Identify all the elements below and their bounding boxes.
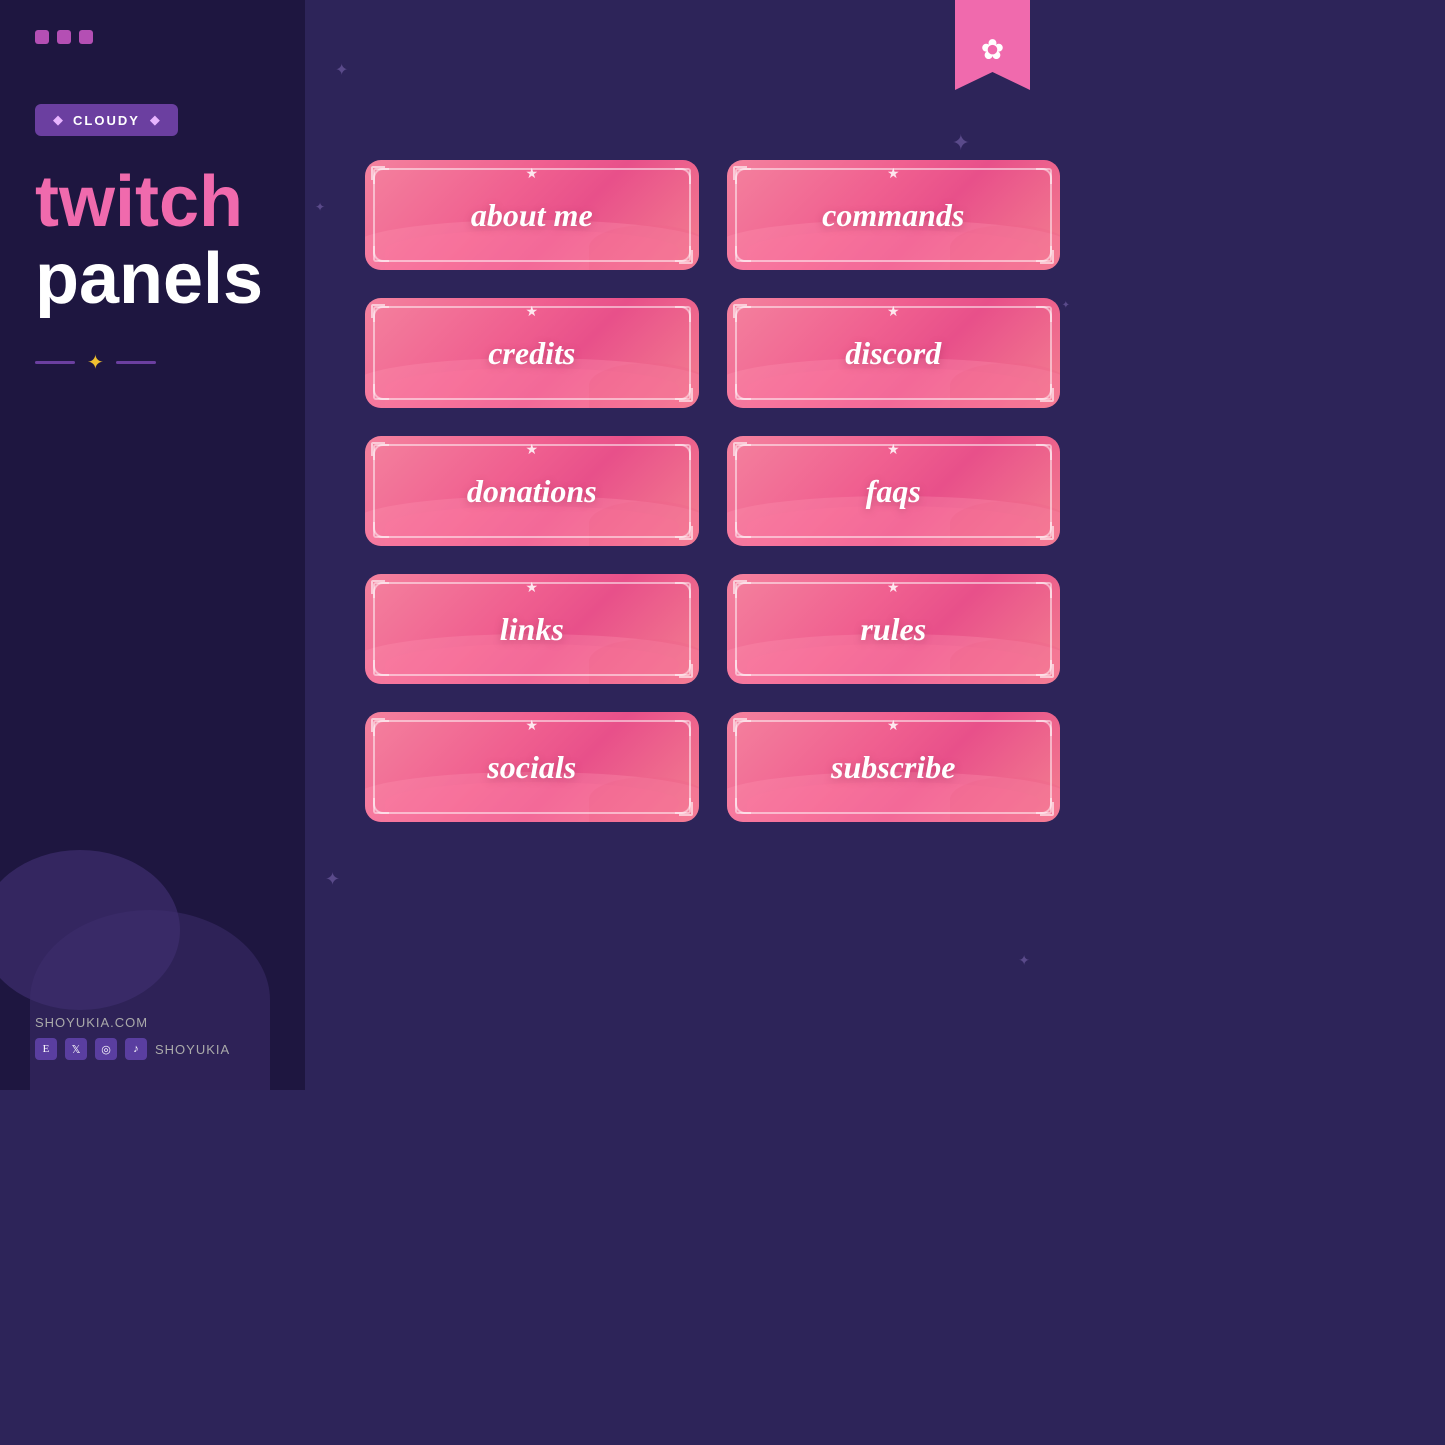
panel-credits[interactable]: ★ credits (365, 298, 699, 408)
divider-line-left (35, 361, 75, 364)
sparkle-3: ✦ (315, 200, 325, 215)
panel-label-discord: discord (845, 335, 941, 372)
panel-label-subscribe: subscribe (831, 749, 955, 786)
panel-label-credits: credits (488, 335, 575, 372)
sparkle-4: ✦ (325, 869, 340, 890)
divider-line-right (116, 361, 156, 364)
sparkle-6: ✦ (1062, 300, 1070, 311)
window-dot-2 (57, 30, 71, 44)
panel-commands[interactable]: ★ commands (727, 160, 1061, 270)
divider-row: ✦ (35, 350, 270, 375)
sidebar-decoration-2 (30, 910, 270, 1090)
panels-grid: ★ about me ★ commands ★ credits ★ (365, 160, 1060, 822)
diamond-left-icon: ◆ (53, 112, 63, 128)
panel-subscribe[interactable]: ★ subscribe (727, 712, 1061, 822)
panel-label-faqs: faqs (866, 473, 921, 510)
sparkle-2: ✦ (952, 130, 970, 156)
sparkle-5: ✦ (1018, 953, 1030, 970)
star-icon: ★ (525, 717, 538, 734)
panel-label-rules: rules (860, 611, 926, 648)
star-icon: ★ (887, 165, 900, 182)
bookmark-decoration: ✿ (955, 0, 1030, 90)
twitter-icon[interactable]: 𝕏 (65, 1038, 87, 1060)
star-icon: ★ (525, 165, 538, 182)
panel-label-links: links (500, 611, 564, 648)
panel-label-about-me: about me (471, 197, 593, 234)
panel-socials[interactable]: ★ socials (365, 712, 699, 822)
cloudy-badge: ◆ CLOUDY ◆ (35, 104, 178, 136)
panel-faqs[interactable]: ★ faqs (727, 436, 1061, 546)
star-icon: ★ (887, 579, 900, 596)
star-icon: ★ (887, 441, 900, 458)
sparkle-1: ✦ (335, 60, 348, 80)
panel-discord[interactable]: ★ discord (727, 298, 1061, 408)
star-icon: ★ (525, 303, 538, 320)
star-icon: ★ (887, 303, 900, 320)
panel-label-donations: donations (467, 473, 597, 510)
footer-socials: E 𝕏 ◎ ♪ SHOYUKIA (35, 1038, 230, 1060)
main-area: ✦ ✦ ✦ ✦ ✦ ✦ ✿ ★ about me ★ commands ★ (305, 0, 1090, 1090)
footer-handle: SHOYUKIA (155, 1042, 230, 1057)
star-icon: ★ (887, 717, 900, 734)
star-icon: ★ (525, 579, 538, 596)
title-panels: panels (35, 243, 270, 315)
diamond-right-icon: ◆ (150, 112, 160, 128)
panel-label-socials: socials (487, 749, 576, 786)
badge-text: CLOUDY (73, 113, 140, 128)
etsy-icon[interactable]: E (35, 1038, 57, 1060)
window-dot-1 (35, 30, 49, 44)
instagram-icon[interactable]: ◎ (95, 1038, 117, 1060)
footer-info: SHOYUKIA.COM E 𝕏 ◎ ♪ SHOYUKIA (35, 1015, 230, 1060)
panel-links[interactable]: ★ links (365, 574, 699, 684)
panel-donations[interactable]: ★ donations (365, 436, 699, 546)
star-icon: ★ (525, 441, 538, 458)
panel-about-me[interactable]: ★ about me (365, 160, 699, 270)
window-dot-3 (79, 30, 93, 44)
panel-rules[interactable]: ★ rules (727, 574, 1061, 684)
tiktok-icon[interactable]: ♪ (125, 1038, 147, 1060)
window-dots (35, 30, 270, 44)
panel-label-commands: commands (822, 197, 964, 234)
footer-website: SHOYUKIA.COM (35, 1015, 230, 1030)
sidebar: ◆ CLOUDY ◆ twitch panels ✦ SHOYUKIA.COM … (0, 0, 305, 1090)
flower-icon: ✿ (981, 33, 1004, 67)
divider-diamond-icon: ✦ (87, 350, 104, 375)
title-twitch: twitch (35, 166, 270, 238)
